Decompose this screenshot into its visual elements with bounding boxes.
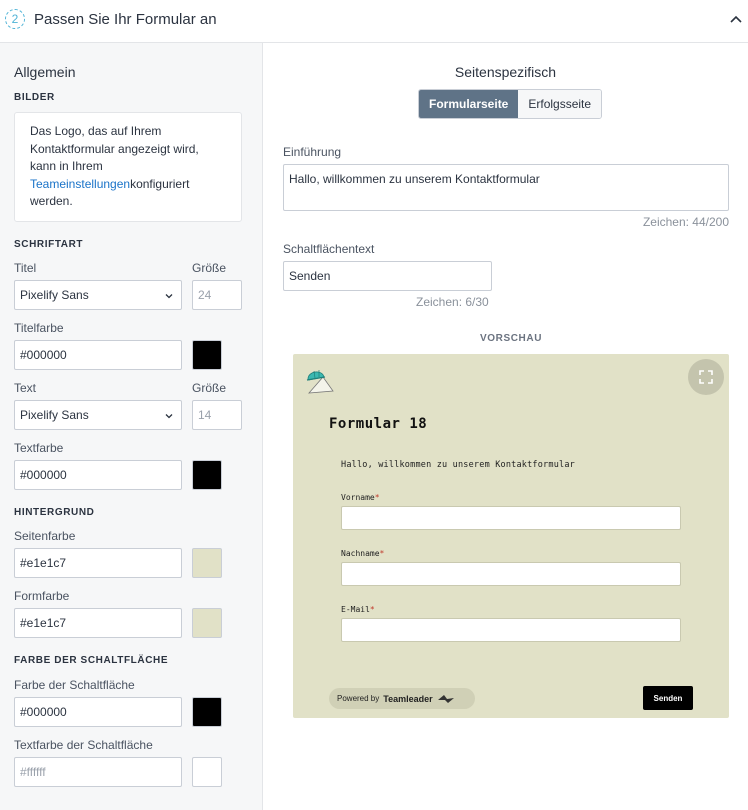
preview-firstname-input[interactable] bbox=[341, 506, 681, 530]
preview-field-label-firstname: Vorname* bbox=[341, 493, 380, 502]
button-color-swatch[interactable] bbox=[192, 697, 222, 727]
preview-send-button[interactable]: Senden bbox=[643, 686, 693, 710]
lastname-label-text: Nachname bbox=[341, 549, 380, 558]
title-font-label: Titel bbox=[14, 261, 37, 275]
button-text-label: Schaltflächentext bbox=[283, 242, 375, 256]
title-color-label: Titelfarbe bbox=[14, 321, 64, 335]
text-font-value: Pixelify Sans bbox=[20, 408, 89, 422]
intro-label: Einführung bbox=[283, 145, 342, 159]
title-size-input[interactable]: 24 bbox=[192, 280, 242, 310]
intro-textarea[interactable]: Hallo, willkommen zu unserem Kontaktform… bbox=[283, 164, 729, 211]
text-color-swatch[interactable] bbox=[192, 460, 222, 490]
text-color-label: Textfarbe bbox=[14, 441, 64, 455]
button-text-color-swatch[interactable] bbox=[192, 757, 222, 787]
form-color-swatch[interactable] bbox=[192, 608, 222, 638]
background-section-title: HINTERGRUND bbox=[14, 507, 95, 518]
button-color-section-title: FARBE DER SCHALTFLÄCHE bbox=[14, 655, 169, 666]
form-color-input[interactable]: #e1e1c7 bbox=[14, 608, 182, 638]
preview-field-label-lastname: Nachname* bbox=[341, 549, 384, 558]
team-settings-link[interactable]: Teameinstellungen bbox=[30, 177, 130, 191]
helmet-logo-icon bbox=[306, 370, 334, 394]
preview-lastname-input[interactable] bbox=[341, 562, 681, 586]
preview-form-title: Formular 18 bbox=[329, 416, 428, 432]
text-font-select[interactable]: Pixelify Sans bbox=[14, 400, 182, 430]
title-font-value: Pixelify Sans bbox=[20, 288, 89, 302]
button-text-char-counter: Zeichen: 6/30 bbox=[416, 295, 489, 309]
button-text-color-input[interactable]: #ffffff bbox=[14, 757, 182, 787]
chevron-down-icon bbox=[165, 294, 173, 299]
text-size-label: Größe bbox=[192, 381, 227, 395]
tab-success-page[interactable]: Erfolgsseite bbox=[518, 90, 602, 118]
page-color-label: Seitenfarbe bbox=[14, 529, 76, 543]
form-color-label: Formfarbe bbox=[14, 589, 70, 603]
preview-label: VORSCHAU bbox=[479, 333, 543, 344]
images-section-title: BILDER bbox=[14, 92, 55, 103]
title-size-label: Größe bbox=[192, 261, 227, 275]
page-tabs: Formularseite Erfolgsseite bbox=[418, 89, 603, 119]
text-color-input[interactable]: #000000 bbox=[14, 460, 182, 490]
preview-intro: Hallo, willkommen zu unserem Kontaktform… bbox=[341, 460, 575, 470]
title-font-select[interactable]: Pixelify Sans bbox=[14, 280, 182, 310]
fullscreen-icon bbox=[699, 370, 713, 384]
preview-container: VORSCHAU Formular 18 Hallo, willkommen z… bbox=[283, 326, 739, 722]
form-preview-canvas: Formular 18 Hallo, willkommen zu unserem… bbox=[293, 354, 729, 718]
title-color-swatch[interactable] bbox=[192, 340, 222, 370]
button-color-input[interactable]: #000000 bbox=[14, 697, 182, 727]
page-specific-panel: Seitenspezifisch Formularseite Erfolgsse… bbox=[263, 43, 748, 810]
required-mark: * bbox=[379, 549, 385, 558]
page-specific-heading: Seitenspezifisch bbox=[454, 64, 557, 80]
teamleader-logo-icon bbox=[437, 694, 454, 703]
powered-by-badge[interactable]: Powered by Teamleader bbox=[329, 688, 475, 709]
preview-field-label-email: E-Mail* bbox=[341, 605, 375, 614]
general-settings-panel: Allgemein BILDER Das Logo, das auf Ihrem… bbox=[0, 43, 263, 810]
title-color-input[interactable]: #000000 bbox=[14, 340, 182, 370]
button-text-input[interactable]: Senden bbox=[283, 261, 492, 291]
required-mark: * bbox=[374, 493, 380, 502]
required-mark: * bbox=[369, 605, 375, 614]
logo-info-text: Das Logo, das auf Ihrem Kontaktformular … bbox=[30, 124, 199, 173]
teamleader-brand: Teamleader bbox=[383, 693, 433, 704]
chevron-down-icon bbox=[165, 414, 173, 419]
section-title: Passen Sie Ihr Formular an bbox=[34, 11, 217, 28]
tab-form-page[interactable]: Formularseite bbox=[419, 90, 519, 118]
page-color-swatch[interactable] bbox=[192, 548, 222, 578]
general-heading: Allgemein bbox=[14, 64, 76, 80]
page-color-input[interactable]: #e1e1c7 bbox=[14, 548, 182, 578]
preview-email-input[interactable] bbox=[341, 618, 681, 642]
button-color-label: Farbe der Schaltfläche bbox=[14, 678, 135, 692]
email-label-text: E-Mail bbox=[341, 605, 370, 614]
section-header[interactable]: 2 Passen Sie Ihr Formular an bbox=[0, 0, 748, 43]
button-text-color-label: Textfarbe der Schaltfläche bbox=[14, 738, 153, 752]
text-font-label: Text bbox=[14, 381, 37, 395]
firstname-label-text: Vorname bbox=[341, 493, 375, 502]
chevron-up-icon[interactable] bbox=[728, 12, 744, 28]
fullscreen-button[interactable] bbox=[688, 359, 724, 395]
intro-char-counter: Zeichen: 44/200 bbox=[642, 215, 729, 229]
font-section-title: SCHRIFTART bbox=[14, 239, 84, 250]
step-number-badge: 2 bbox=[5, 9, 25, 29]
logo-info-box: Das Logo, das auf Ihrem Kontaktformular … bbox=[14, 112, 242, 222]
text-size-input[interactable]: 14 bbox=[192, 400, 242, 430]
powered-by-text: Powered by bbox=[337, 694, 380, 703]
